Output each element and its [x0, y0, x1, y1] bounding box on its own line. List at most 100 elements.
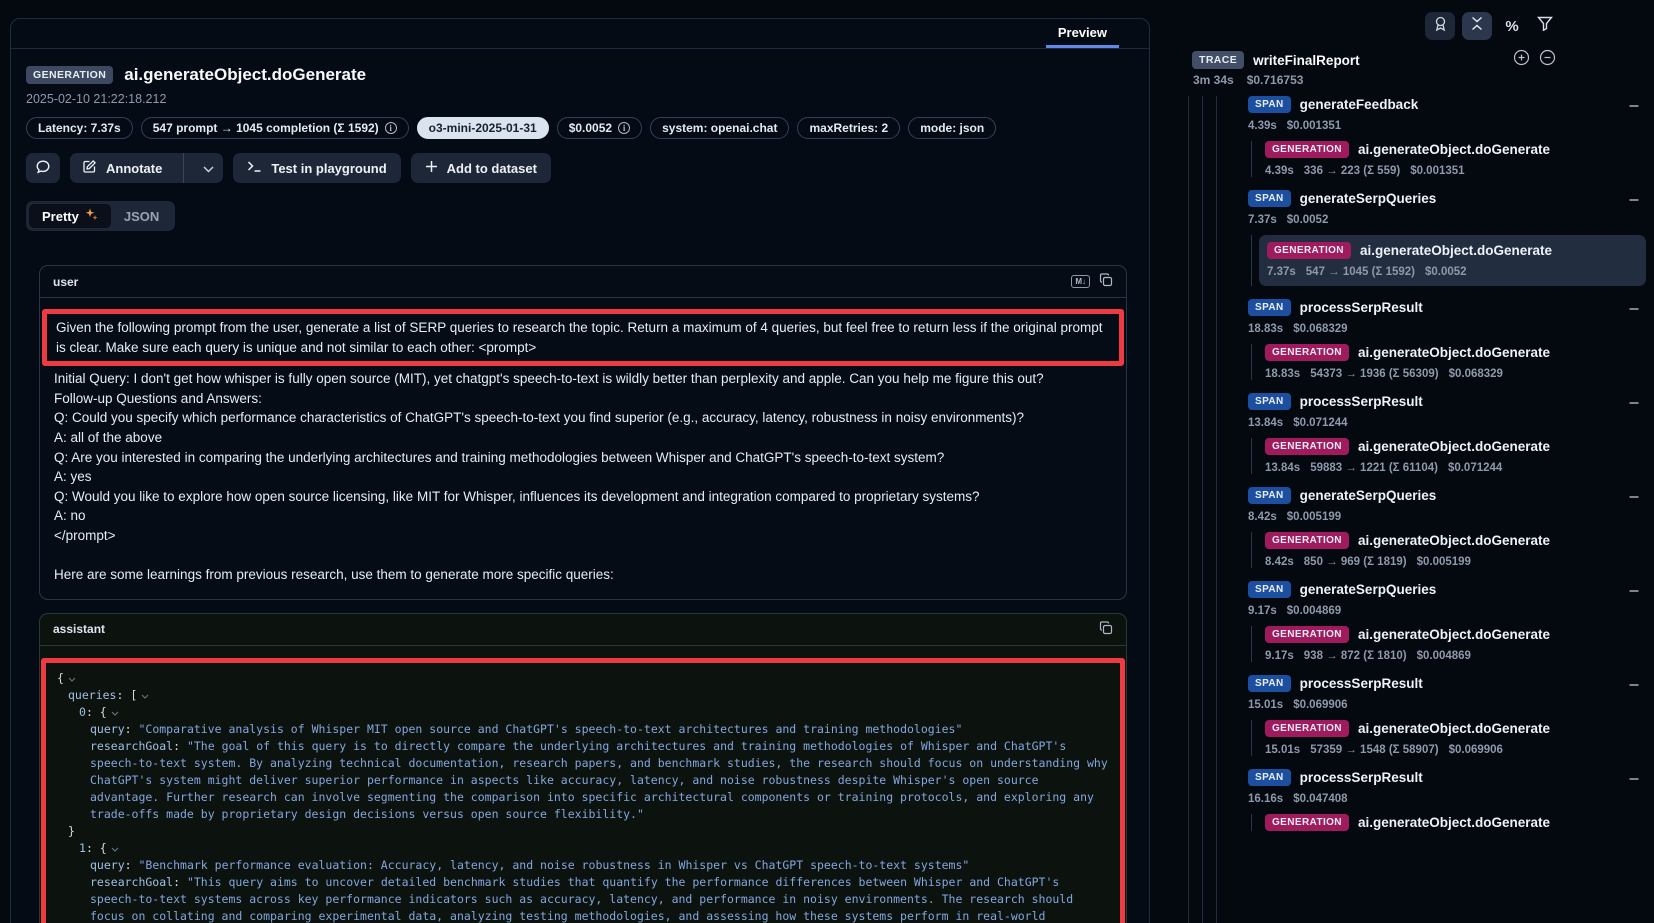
generation-child-wrap: GENERATIONai.generateObject.doGenerate15…	[1251, 720, 1654, 756]
zoom-out-icon[interactable]	[1539, 49, 1556, 71]
metadata-pill[interactable]: $0.0052i	[557, 117, 642, 139]
trace-span-row[interactable]: SPANprocessSerpResult	[1248, 393, 1654, 410]
span-name: generateSerpQueries	[1300, 488, 1437, 503]
trace-root-row[interactable]: TRACE writeFinalReport	[1192, 49, 1556, 71]
generation-cost: $0.071244	[1448, 462, 1502, 474]
metadata-pill[interactable]: system: openai.chat	[650, 117, 789, 139]
generation-name-row: GENERATIONai.generateObject.doGenerate	[1267, 242, 1638, 259]
trace-generation-row[interactable]: GENERATIONai.generateObject.doGenerate15…	[1265, 720, 1654, 756]
collapse-span-icon[interactable]	[1628, 193, 1640, 211]
metadata-pill[interactable]: o3-mini-2025-01-31	[417, 117, 549, 139]
filter-button[interactable]	[1532, 12, 1558, 40]
collapse-all-button[interactable]	[1462, 12, 1492, 40]
collapse-span-icon[interactable]	[1628, 490, 1640, 508]
collapse-span-icon[interactable]	[1628, 584, 1640, 602]
toggle-json[interactable]: JSON	[111, 204, 172, 228]
annotate-dropdown-button[interactable]	[193, 153, 223, 183]
trace-span-group: SPANprocessSerpResult 13.84s $0.071244GENE…	[1248, 393, 1654, 474]
trace-generation-row[interactable]: GENERATIONai.generateObject.doGenerate8.…	[1265, 532, 1654, 568]
markdown-toggle-icon[interactable]: M↓	[1071, 275, 1090, 288]
generation-type-badge: GENERATION	[1265, 141, 1349, 158]
metadata-pill[interactable]: mode: json	[908, 117, 996, 139]
trace-generation-row[interactable]: GENERATIONai.generateObject.doGenerate18…	[1265, 344, 1654, 380]
metadata-pill[interactable]: 547 prompt → 1045 completion (Σ 1592) i	[141, 117, 409, 139]
trace-span-row[interactable]: SPANprocessSerpResult	[1248, 675, 1654, 692]
generation-type-badge: GENERATION	[1265, 814, 1349, 831]
button-divider	[183, 153, 184, 183]
span-duration: 15.01s	[1248, 699, 1283, 711]
metadata-pill-label: $0.0052	[569, 121, 612, 135]
trace-generation-row[interactable]: GENERATIONai.generateObject.doGenerate7.…	[1259, 235, 1646, 286]
generation-child-wrap: GENERATIONai.generateObject.doGenerate	[1251, 814, 1654, 831]
collapse-span-icon[interactable]	[1628, 302, 1640, 320]
copy-icon[interactable]	[1099, 621, 1113, 638]
zoom-in-icon[interactable]	[1513, 49, 1530, 71]
copy-icon[interactable]	[1099, 273, 1113, 290]
user-message-line: A: all of the above	[54, 428, 1112, 448]
user-message-line: Here are some learnings from previous re…	[54, 565, 1112, 585]
json-line: 0: {	[57, 704, 1109, 721]
span-duration: 18.83s	[1248, 323, 1283, 335]
span-duration: 7.37s	[1248, 214, 1277, 226]
generation-metrics: 8.42s850 → 969 (Σ 1819)$0.005199	[1265, 556, 1654, 568]
trace-generation-row[interactable]: GENERATIONai.generateObject.doGenerate9.…	[1265, 626, 1654, 662]
collapse-span-icon[interactable]	[1628, 678, 1640, 696]
span-name: processSerpResult	[1300, 770, 1423, 785]
collapse-span-icon[interactable]	[1628, 772, 1640, 790]
trace-generation-row[interactable]: GENERATIONai.generateObject.doGenerate	[1265, 814, 1654, 831]
trace-span-row[interactable]: SPANgenerateSerpQueries	[1248, 487, 1654, 504]
generation-name-row: GENERATIONai.generateObject.doGenerate	[1265, 141, 1654, 158]
view-format-toggle: Pretty JSON	[26, 201, 175, 231]
metadata-pill-label: 547 prompt → 1045 completion (Σ 1592)	[153, 121, 379, 135]
trace-span-row[interactable]: SPANprocessSerpResult	[1248, 299, 1654, 316]
trace-duration: 3m 34s	[1193, 73, 1234, 87]
tab-preview[interactable]: Preview	[1046, 19, 1119, 48]
trace-generation-row[interactable]: GENERATIONai.generateObject.doGenerate13…	[1265, 438, 1654, 474]
generation-cost: $0.004869	[1417, 650, 1471, 662]
tree-indent-guide	[1216, 96, 1217, 923]
user-role-label: user	[53, 275, 78, 289]
card-tab-bar: Preview	[11, 19, 1149, 49]
show-metrics-button[interactable]: %	[1499, 12, 1525, 40]
span-metrics: 7.37s$0.0052	[1248, 214, 1654, 226]
metadata-pill[interactable]: Latency: 7.37s	[26, 117, 133, 139]
generation-duration: 13.84s	[1265, 462, 1300, 474]
generation-name: ai.generateObject.doGenerate	[1358, 345, 1550, 360]
trace-span-row[interactable]: SPANgenerateSerpQueries	[1248, 190, 1654, 207]
generation-tokens: 54373 → 1936 (Σ 56309)	[1310, 368, 1438, 380]
collapse-span-icon[interactable]	[1628, 396, 1640, 414]
trace-span-group: SPANprocessSerpResult 15.01s$0.069906 GENE…	[1248, 675, 1654, 756]
collapse-span-icon[interactable]	[1628, 99, 1640, 117]
generation-type-badge: GENERATION	[1265, 720, 1349, 737]
annotate-split-button: Annotate	[70, 153, 223, 183]
trace-span-row[interactable]: SPANprocessSerpResult	[1248, 769, 1654, 786]
user-message-text: Initial Query: I don't get how whisper i…	[54, 369, 1112, 585]
generation-child-wrap: GENERATIONai.generateObject.doGenerate9.…	[1251, 626, 1654, 662]
generation-name: ai.generateObject.doGenerate	[1358, 721, 1550, 736]
info-icon: i	[385, 122, 397, 134]
generation-child-wrap: GENERATIONai.generateObject.doGenerate4.…	[1251, 141, 1654, 177]
span-cost: $0.001351	[1287, 120, 1341, 132]
trace-generation-row[interactable]: GENERATIONai.generateObject.doGenerate4.…	[1265, 141, 1654, 177]
generation-type-badge: GENERATION	[1267, 242, 1351, 259]
generation-tokens: 850 → 969 (Σ 1819)	[1304, 556, 1407, 568]
test-in-playground-button[interactable]: Test in playground	[233, 153, 400, 183]
generation-tokens: 57359 → 1548 (Σ 58907)	[1310, 744, 1438, 756]
annotate-button[interactable]: Annotate	[70, 153, 174, 183]
annotation-queue-button[interactable]	[1425, 12, 1455, 40]
json-line: researchGoal: "This query aims to uncove…	[57, 874, 1109, 923]
metadata-pill[interactable]: maxRetries: 2	[797, 117, 900, 139]
add-to-dataset-button[interactable]: Add to dataset	[411, 153, 551, 183]
generation-tokens: 336 → 223 (Σ 559)	[1304, 165, 1400, 177]
span-type-badge: SPAN	[1248, 581, 1291, 598]
trace-span-row[interactable]: SPANgenerateFeedback	[1248, 96, 1654, 113]
trace-span-row[interactable]: SPANgenerateSerpQueries	[1248, 581, 1654, 598]
comment-button[interactable]	[26, 153, 60, 183]
span-duration: 9.17s	[1248, 605, 1277, 617]
generation-tokens: 547 → 1045 (Σ 1592)	[1306, 266, 1415, 278]
generation-name: ai.generateObject.doGenerate	[1358, 627, 1550, 642]
toggle-pretty[interactable]: Pretty	[29, 204, 111, 228]
trace-span-group: SPANgenerateSerpQueries 9.17s $0.004869GEN…	[1248, 581, 1654, 662]
user-prompt-instruction: Given the following prompt from the user…	[56, 318, 1110, 357]
span-metrics: 15.01s$0.069906	[1248, 699, 1654, 711]
